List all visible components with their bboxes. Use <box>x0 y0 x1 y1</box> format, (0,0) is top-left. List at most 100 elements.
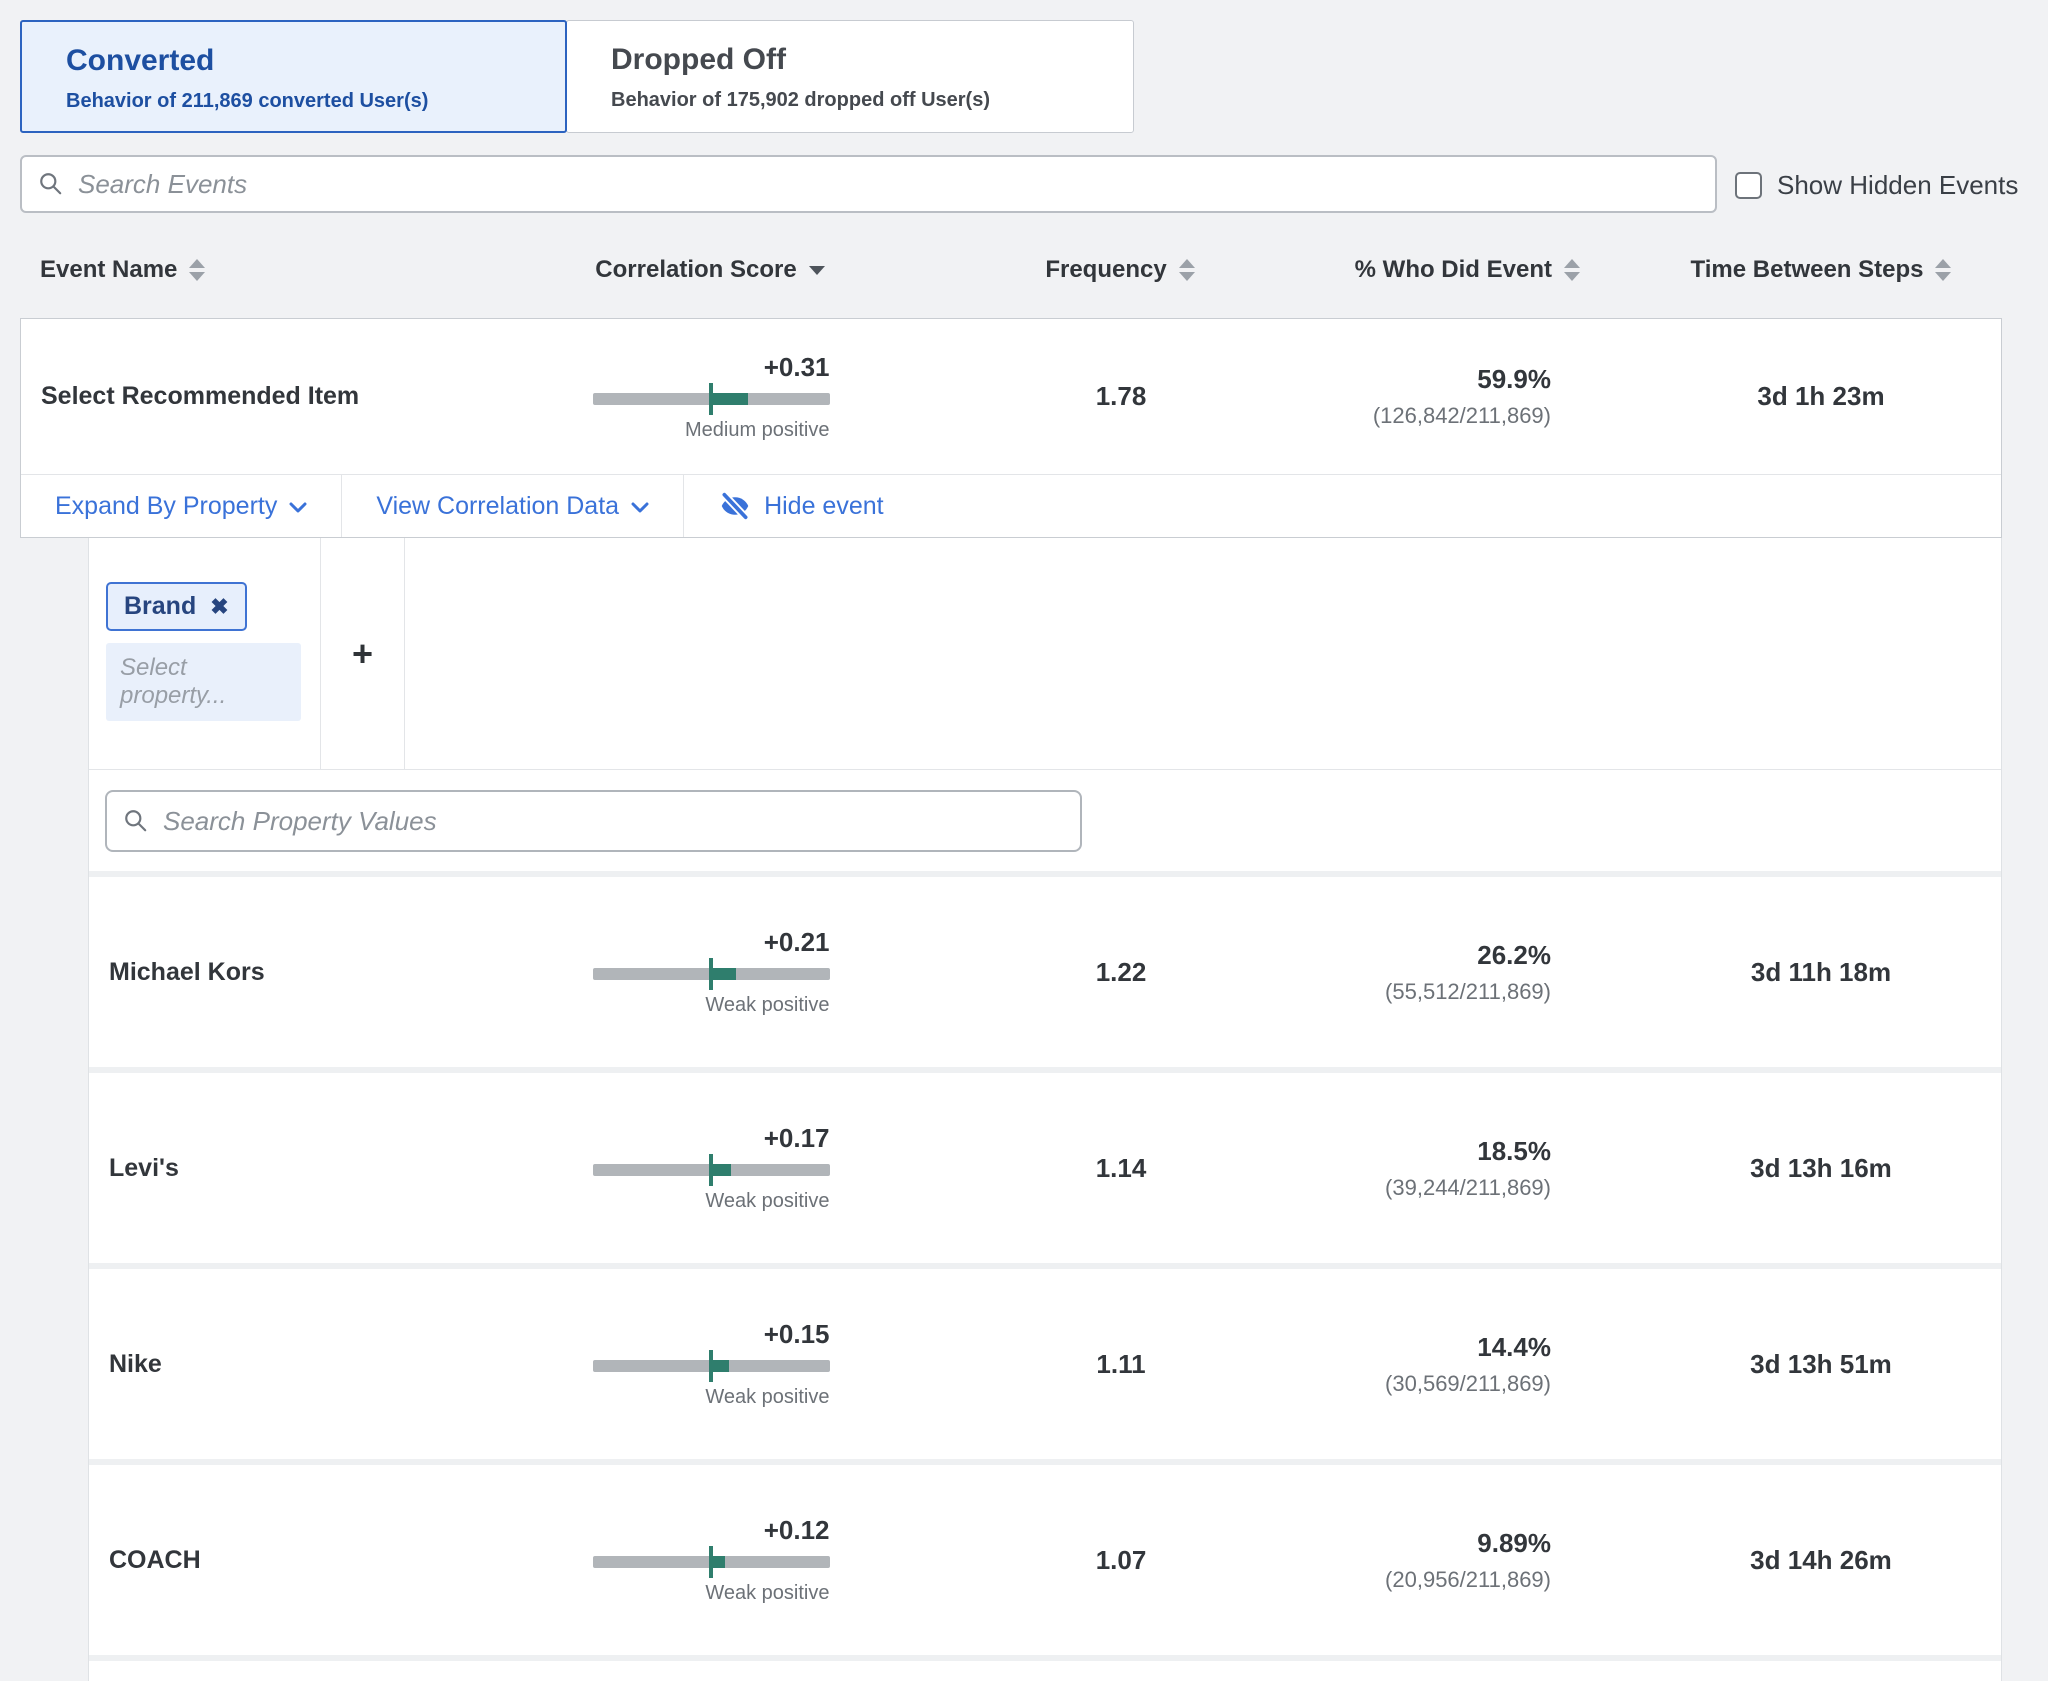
search-events-input[interactable] <box>78 169 1699 200</box>
tab-dropped-off-title: Dropped Off <box>611 43 1133 77</box>
tab-converted[interactable]: Converted Behavior of 211,869 converted … <box>20 20 567 133</box>
event-action-bar: Expand By Property View Correlation Data <box>21 474 2001 537</box>
correlation-value: +0.15 <box>593 1319 830 1350</box>
tab-dropped-off-subtitle: Behavior of 175,902 dropped off User(s) <box>611 89 1133 112</box>
property-value-row[interactable]: Michael Kors +0.21 Weak positive 1.22 26… <box>89 877 2001 1067</box>
pct-fraction: (30,569/211,869) <box>1271 1371 1551 1397</box>
column-header-frequency-label: Frequency <box>1045 256 1166 284</box>
correlation-value: +0.31 <box>593 352 830 383</box>
property-value-name: Michael Kors <box>89 958 451 987</box>
correlation-value: +0.21 <box>593 927 830 958</box>
pct-value: 59.9% <box>1271 364 1551 395</box>
eye-off-icon <box>718 491 752 521</box>
sort-both-icon <box>1935 259 1951 281</box>
sort-both-icon <box>1564 259 1580 281</box>
chevron-down-icon <box>631 502 649 514</box>
property-value-name: Levi's <box>89 1154 451 1183</box>
tab-dropped-off[interactable]: Dropped Off Behavior of 175,902 dropped … <box>566 20 1134 133</box>
sort-both-icon <box>189 259 205 281</box>
pct-cell: 26.2% (55,512/211,869) <box>1271 940 1641 1005</box>
tab-converted-title: Converted <box>66 44 565 78</box>
correlation-tick <box>709 1546 713 1578</box>
event-name: Select Recommended Item <box>21 382 451 411</box>
expand-by-property-button[interactable]: Expand By Property <box>21 475 341 537</box>
selector-empty-area <box>405 538 2001 769</box>
view-correlation-data-button[interactable]: View Correlation Data <box>342 475 683 537</box>
sort-both-icon <box>1179 259 1195 281</box>
property-chip-label: Brand <box>124 592 196 621</box>
property-chip-brand[interactable]: Brand ✖ <box>106 582 247 631</box>
search-icon <box>38 171 64 197</box>
correlation-cell: +0.12 Weak positive <box>451 1515 971 1605</box>
column-header-frequency[interactable]: Frequency <box>970 256 1270 284</box>
tab-converted-subtitle: Behavior of 211,869 converted User(s) <box>66 90 565 113</box>
correlation-cell: +0.17 Weak positive <box>451 1123 971 1213</box>
correlation-cell: +0.31 Medium positive <box>451 352 971 442</box>
correlation-fill <box>711 393 748 405</box>
time-between-value: 3d 11h 18m <box>1641 957 2001 988</box>
column-header-pct-label: % Who Did Event <box>1355 256 1552 284</box>
hide-event-button[interactable]: Hide event <box>684 475 918 537</box>
property-value-row[interactable]: COACH +0.12 Weak positive 1.07 9.89% (20… <box>89 1465 2001 1655</box>
frequency-value: 1.07 <box>971 1545 1271 1576</box>
frequency-value: 1.78 <box>971 381 1271 412</box>
search-property-values-box[interactable] <box>105 790 1082 852</box>
correlation-strength: Weak positive <box>593 1582 830 1605</box>
property-value-row[interactable]: Nike +0.15 Weak positive 1.11 14.4% (30,… <box>89 1269 2001 1459</box>
correlation-cell: +0.21 Weak positive <box>451 927 971 1017</box>
show-hidden-events-group: Show Hidden Events <box>1735 170 2018 201</box>
time-between-value: 3d 14h 26m <box>1641 1545 2001 1576</box>
correlation-bar <box>593 1164 830 1176</box>
correlation-tick <box>709 383 713 415</box>
pct-fraction: (20,956/211,869) <box>1271 1567 1551 1593</box>
property-selector-strip: Brand ✖ Select property... + <box>89 538 2001 770</box>
pct-cell: 9.89% (20,956/211,869) <box>1271 1528 1641 1593</box>
correlation-value: +0.12 <box>593 1515 830 1546</box>
add-property-button[interactable]: + <box>352 636 373 672</box>
frequency-value: 1.11 <box>971 1349 1271 1380</box>
select-property-field[interactable]: Select property... <box>106 643 301 721</box>
pct-fraction: (39,244/211,869) <box>1271 1175 1551 1201</box>
column-header-event-name[interactable]: Event Name <box>20 256 450 284</box>
add-property-column: + <box>320 538 405 769</box>
correlation-fill <box>711 1360 729 1372</box>
pct-value: 26.2% <box>1271 940 1551 971</box>
event-row[interactable]: Select Recommended Item +0.31 Medium pos… <box>21 319 2001 474</box>
correlation-bar <box>593 1360 830 1372</box>
frequency-value: 1.22 <box>971 957 1271 988</box>
property-rows-list: Michael Kors +0.21 Weak positive 1.22 26… <box>89 877 2001 1681</box>
correlation-fill <box>711 1164 731 1176</box>
column-header-time-between-steps[interactable]: Time Between Steps <box>1640 256 2002 284</box>
correlation-value: +0.17 <box>593 1123 830 1154</box>
correlation-bar <box>593 393 830 405</box>
pct-cell: 14.4% (30,569/211,869) <box>1271 1332 1641 1397</box>
time-between-value: 3d 13h 16m <box>1641 1153 2001 1184</box>
time-between-value: 3d 13h 51m <box>1641 1349 2001 1380</box>
column-header-correlation-score[interactable]: Correlation Score <box>450 256 970 284</box>
expand-by-property-label: Expand By Property <box>55 492 277 521</box>
show-hidden-events-checkbox[interactable] <box>1735 172 1762 199</box>
correlation-tick <box>709 1154 713 1186</box>
property-value-name: Nike <box>89 1350 451 1379</box>
correlation-bar <box>593 1556 830 1568</box>
pct-cell: 59.9% (126,842/211,869) <box>1271 364 1641 429</box>
pct-value: 9.89% <box>1271 1528 1551 1559</box>
property-value-row[interactable]: Levi's +0.17 Weak positive 1.14 18.5% (3… <box>89 1073 2001 1263</box>
column-header-time-label: Time Between Steps <box>1691 256 1924 284</box>
search-events-box[interactable] <box>20 155 1717 213</box>
correlation-fill <box>711 1556 725 1568</box>
funnel-tabs: Converted Behavior of 211,869 converted … <box>20 20 1134 133</box>
chip-close-icon[interactable]: ✖ <box>210 594 228 620</box>
column-header-correlation-score-label: Correlation Score <box>595 256 796 284</box>
pct-cell: 18.5% (39,244/211,869) <box>1271 1136 1641 1201</box>
correlation-fill <box>711 968 736 980</box>
sort-desc-icon <box>809 266 825 275</box>
correlation-tick <box>709 958 713 990</box>
column-header-pct-who-did-event[interactable]: % Who Did Event <box>1270 256 1640 284</box>
correlation-strength: Weak positive <box>593 1190 830 1213</box>
pct-fraction: (126,842/211,869) <box>1271 403 1551 429</box>
search-property-values-input[interactable] <box>163 806 1064 837</box>
frequency-value: 1.14 <box>971 1153 1271 1184</box>
time-between-value: 3d 1h 23m <box>1641 381 2001 412</box>
search-icon <box>123 808 149 834</box>
